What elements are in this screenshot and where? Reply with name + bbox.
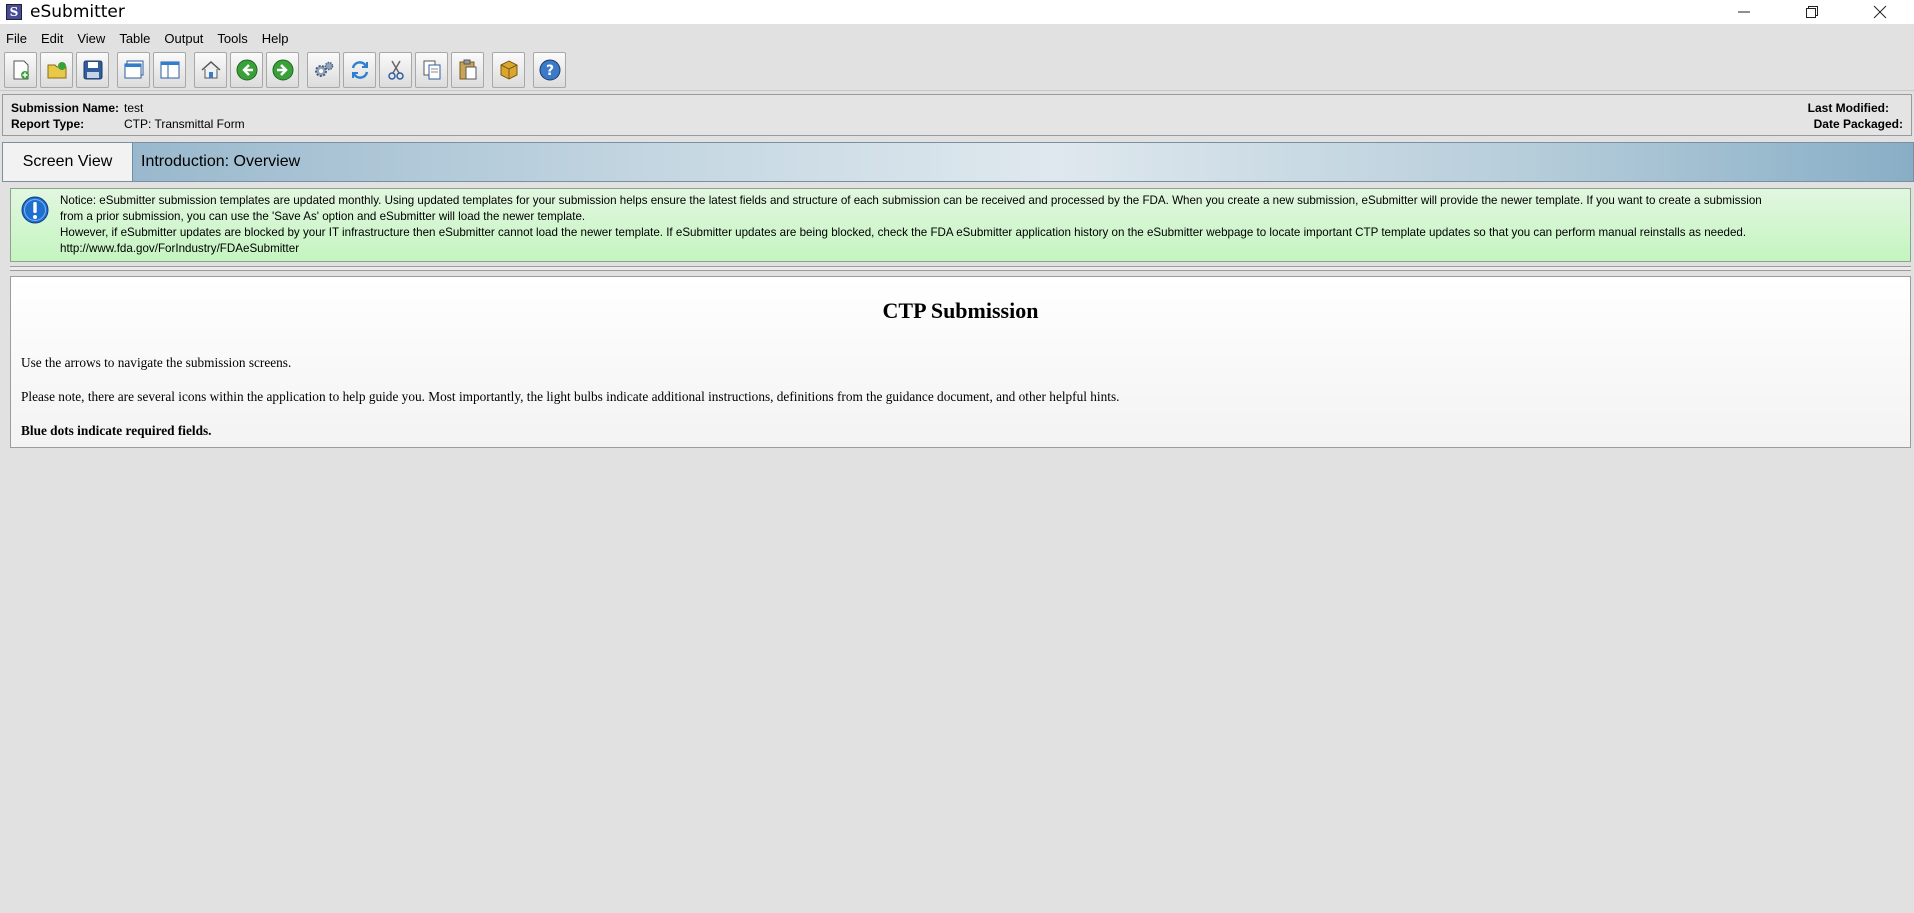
menu-help[interactable]: Help	[255, 31, 296, 46]
menu-view[interactable]: View	[70, 31, 112, 46]
scissors-icon	[387, 60, 404, 80]
refresh-icon	[351, 60, 368, 79]
menu-table[interactable]: Table	[112, 31, 157, 46]
window-view-button[interactable]	[117, 51, 150, 88]
minimize-icon	[1738, 11, 1750, 13]
menu-output[interactable]: Output	[157, 31, 210, 46]
forward-button[interactable]	[266, 51, 299, 88]
report-type-label: Report Type:	[11, 117, 85, 131]
paste-icon	[459, 59, 476, 79]
menu-edit[interactable]: Edit	[34, 31, 70, 46]
notice-line-1: Notice: eSubmitter submission templates …	[60, 194, 1762, 207]
home-button[interactable]	[194, 51, 227, 88]
info-exclamation-icon	[21, 196, 49, 224]
submission-header: Submission Name: test Report Type: CTP: …	[2, 94, 1912, 136]
submission-name-value: test	[124, 101, 144, 115]
toolbar: ?	[0, 49, 1914, 91]
instruction-navigate: Use the arrows to navigate the submissio…	[21, 355, 292, 370]
restore-icon	[1806, 6, 1818, 18]
screen-banner: Screen View Introduction: Overview	[2, 142, 1914, 182]
window-controls	[1710, 0, 1914, 24]
window-title: eSubmitter	[30, 2, 125, 22]
last-modified-label: Last Modified:	[1807, 101, 1889, 115]
copy-icon	[423, 60, 440, 79]
notice-link[interactable]: http://www.fda.gov/ForIndustry/FDAeSubmi…	[60, 241, 1905, 257]
package-icon	[500, 59, 517, 80]
home-icon	[201, 60, 220, 78]
title-bar: S eSubmitter	[0, 0, 1914, 24]
split-divider[interactable]	[10, 266, 1911, 271]
open-submission-button[interactable]	[40, 51, 73, 88]
arrow-left-icon	[236, 59, 257, 80]
split-pane-icon	[160, 61, 179, 78]
screen-title: Introduction: Overview	[141, 153, 301, 170]
instruction-icons: Please note, there are several icons wit…	[21, 389, 1120, 404]
notice-text: Notice: eSubmitter submission templates …	[60, 193, 1905, 257]
instruction-required: Blue dots indicate required fields.	[21, 423, 212, 438]
report-type-value: CTP: Transmittal Form	[124, 117, 245, 131]
content-panel: CTP Submission Use the arrows to navigat…	[10, 276, 1911, 448]
refresh-button[interactable]	[343, 51, 376, 88]
back-button[interactable]	[230, 51, 263, 88]
page-heading: CTP Submission	[882, 298, 1039, 323]
minimize-button[interactable]	[1710, 0, 1778, 24]
close-icon	[1873, 5, 1887, 19]
copy-button[interactable]	[415, 51, 448, 88]
notice-line-3: However, if eSubmitter updates are block…	[60, 226, 1747, 239]
help-icon: ?	[539, 59, 560, 80]
settings-button[interactable]	[307, 51, 340, 88]
new-submission-button[interactable]	[4, 51, 37, 88]
menu-file[interactable]: File	[0, 31, 34, 46]
window-icon	[124, 60, 143, 78]
notice-line-2: from a prior submission, you can use the…	[60, 210, 586, 223]
paste-button[interactable]	[451, 51, 484, 88]
open-folder-icon	[47, 61, 66, 78]
cut-button[interactable]	[379, 51, 412, 88]
new-document-icon	[13, 60, 29, 79]
notice-panel: Notice: eSubmitter submission templates …	[10, 188, 1911, 262]
menu-tools[interactable]: Tools	[210, 31, 254, 46]
tab-screen-view[interactable]: Screen View	[3, 143, 133, 181]
app-icon: S	[6, 4, 22, 20]
restore-button[interactable]	[1778, 0, 1846, 24]
menu-bar: File Edit View Table Output Tools Help	[0, 28, 1914, 48]
date-packaged-label: Date Packaged:	[1813, 117, 1903, 131]
help-button[interactable]: ?	[533, 51, 566, 88]
save-submission-button[interactable]	[76, 51, 109, 88]
submission-name-row: Submission Name: test	[11, 101, 143, 115]
svg-text:?: ?	[545, 63, 553, 79]
split-view-button[interactable]	[153, 51, 186, 88]
submission-name-label: Submission Name:	[11, 101, 120, 115]
close-button[interactable]	[1846, 0, 1914, 24]
gears-icon	[314, 61, 333, 77]
save-disk-icon	[83, 60, 102, 79]
package-button[interactable]	[492, 51, 525, 88]
report-type-row: Report Type: CTP: Transmittal Form	[11, 117, 245, 131]
arrow-right-icon	[272, 59, 293, 80]
